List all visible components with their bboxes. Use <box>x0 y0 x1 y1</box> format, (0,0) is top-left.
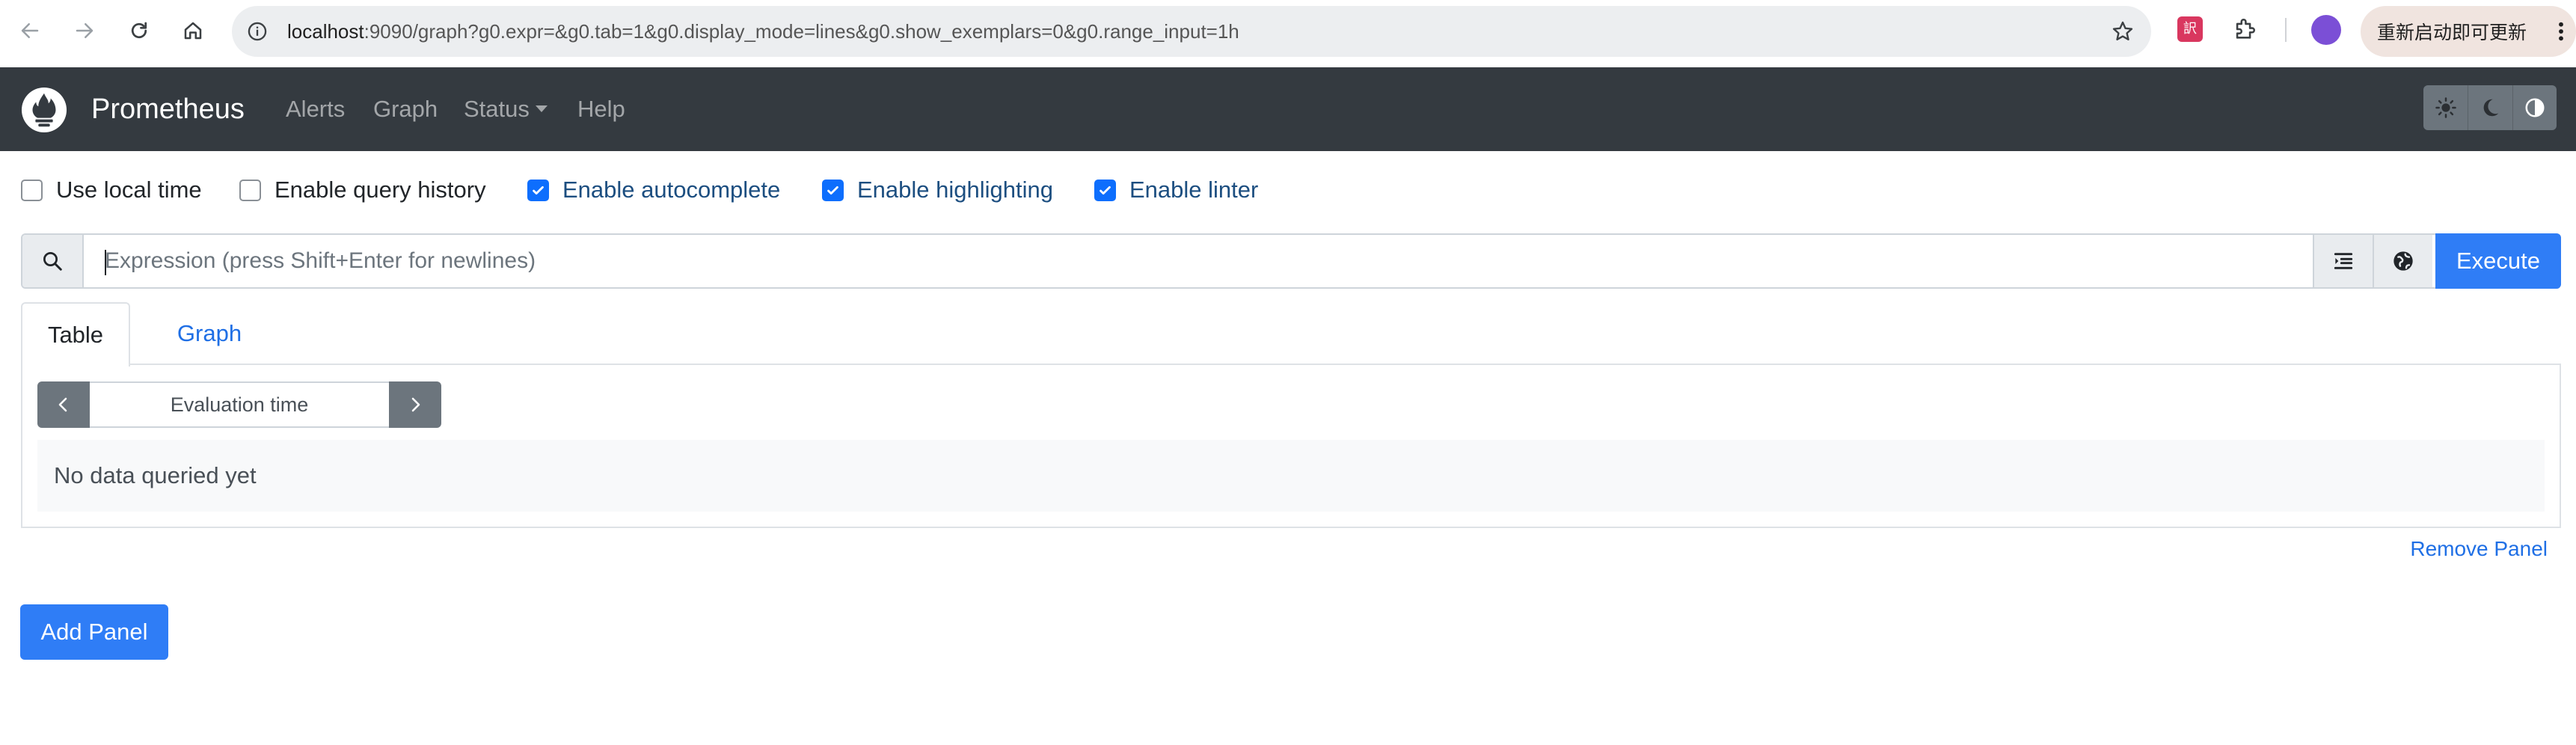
query-settings: Use local time Enable query history Enab… <box>0 151 2576 229</box>
chevron-right-icon <box>411 397 420 412</box>
url-text: localhost:9090/graph?g0.expr=&g0.tab=1&g… <box>287 20 1239 43</box>
prometheus-logo-icon[interactable] <box>21 87 67 133</box>
format-expression-button[interactable] <box>2313 235 2373 287</box>
theme-dark-button[interactable] <box>2468 85 2512 130</box>
nav-link-status[interactable]: Status <box>464 67 548 151</box>
theme-light-button[interactable] <box>2423 85 2468 130</box>
tab-table[interactable]: Table <box>21 302 130 367</box>
enable-linter-checkbox[interactable] <box>1094 179 1116 201</box>
enable-query-history-checkbox[interactable] <box>239 179 261 201</box>
remove-panel-link[interactable]: Remove Panel <box>2410 537 2548 561</box>
search-icon <box>43 252 62 271</box>
enable-highlighting-label[interactable]: Enable highlighting <box>857 177 1053 203</box>
text-cursor <box>105 250 106 275</box>
brand-title[interactable]: Prometheus <box>91 67 245 151</box>
theme-toggle-group <box>2423 85 2557 130</box>
query-panel: Evaluation time No data queried yet <box>21 364 2561 528</box>
check-icon <box>827 186 838 194</box>
back-icon[interactable] <box>13 14 46 47</box>
puzzle-icon[interactable] <box>2232 16 2257 42</box>
address-bar[interactable]: localhost:9090/graph?g0.expr=&g0.tab=1&g… <box>232 6 2151 57</box>
use-local-time-option[interactable]: Use local time <box>21 175 202 205</box>
enable-autocomplete-label[interactable]: Enable autocomplete <box>562 177 780 203</box>
check-icon <box>1100 186 1111 194</box>
browser-chrome: localhost:9090/graph?g0.expr=&g0.tab=1&g… <box>0 0 2576 67</box>
check-icon <box>533 186 544 194</box>
use-local-time-label[interactable]: Use local time <box>56 177 202 203</box>
caret-down-icon <box>535 105 548 113</box>
enable-highlighting-checkbox[interactable] <box>822 179 844 201</box>
add-panel-button[interactable]: Add Panel <box>20 604 168 660</box>
star-icon[interactable] <box>2111 19 2135 43</box>
home-icon[interactable] <box>177 14 209 47</box>
enable-linter-label[interactable]: Enable linter <box>1129 177 1258 203</box>
sun-icon <box>2435 97 2456 118</box>
enable-autocomplete-option[interactable]: Enable autocomplete <box>527 175 780 205</box>
nav-link-graph[interactable]: Graph <box>373 67 438 151</box>
metrics-explorer-icon <box>2393 251 2413 271</box>
top-navbar: Prometheus Alerts Graph Status Help <box>0 67 2576 151</box>
enable-query-history-option[interactable]: Enable query history <box>239 175 486 205</box>
use-local-time-checkbox[interactable] <box>21 179 43 201</box>
no-data-message: No data queried yet <box>37 440 2545 512</box>
nav-link-alerts[interactable]: Alerts <box>286 67 345 151</box>
forward-icon[interactable] <box>68 14 101 47</box>
update-button-label: 重新启动即可更新 <box>2377 22 2527 43</box>
evaluation-time-input[interactable]: Evaluation time <box>90 381 389 428</box>
format-icon <box>2334 253 2353 269</box>
search-icon-box <box>22 235 84 287</box>
chevron-left-icon <box>58 397 67 412</box>
profile-avatar[interactable] <box>2311 15 2341 45</box>
translate-icon[interactable]: 訳 <box>2177 16 2203 42</box>
more-icon[interactable] <box>2554 19 2569 43</box>
execute-button[interactable]: Execute <box>2435 233 2561 289</box>
evaluation-time-control: Evaluation time <box>37 381 441 428</box>
eval-time-forward-button[interactable] <box>389 381 441 428</box>
toolbar-divider <box>2285 18 2287 42</box>
moon-icon <box>2484 99 2499 117</box>
eval-time-back-button[interactable] <box>37 381 90 428</box>
nav-link-help[interactable]: Help <box>577 67 625 151</box>
enable-query-history-label[interactable]: Enable query history <box>275 177 486 203</box>
enable-autocomplete-checkbox[interactable] <box>527 179 549 201</box>
enable-linter-option[interactable]: Enable linter <box>1094 175 1258 205</box>
expression-input[interactable] <box>84 235 2313 287</box>
reload-icon[interactable] <box>123 14 156 47</box>
tab-graph[interactable]: Graph <box>130 302 289 365</box>
update-button[interactable]: 重新启动即可更新 <box>2361 6 2576 57</box>
expression-bar <box>21 233 2561 289</box>
theme-auto-button[interactable] <box>2512 85 2557 130</box>
status-label: Status <box>464 96 530 122</box>
expression-input-wrap <box>84 235 2313 287</box>
enable-highlighting-option[interactable]: Enable highlighting <box>822 175 1053 205</box>
info-icon[interactable] <box>247 21 268 42</box>
contrast-icon <box>2525 98 2545 117</box>
panel-tabs: Table Graph <box>21 302 2561 367</box>
metrics-explorer-button[interactable] <box>2373 235 2432 287</box>
